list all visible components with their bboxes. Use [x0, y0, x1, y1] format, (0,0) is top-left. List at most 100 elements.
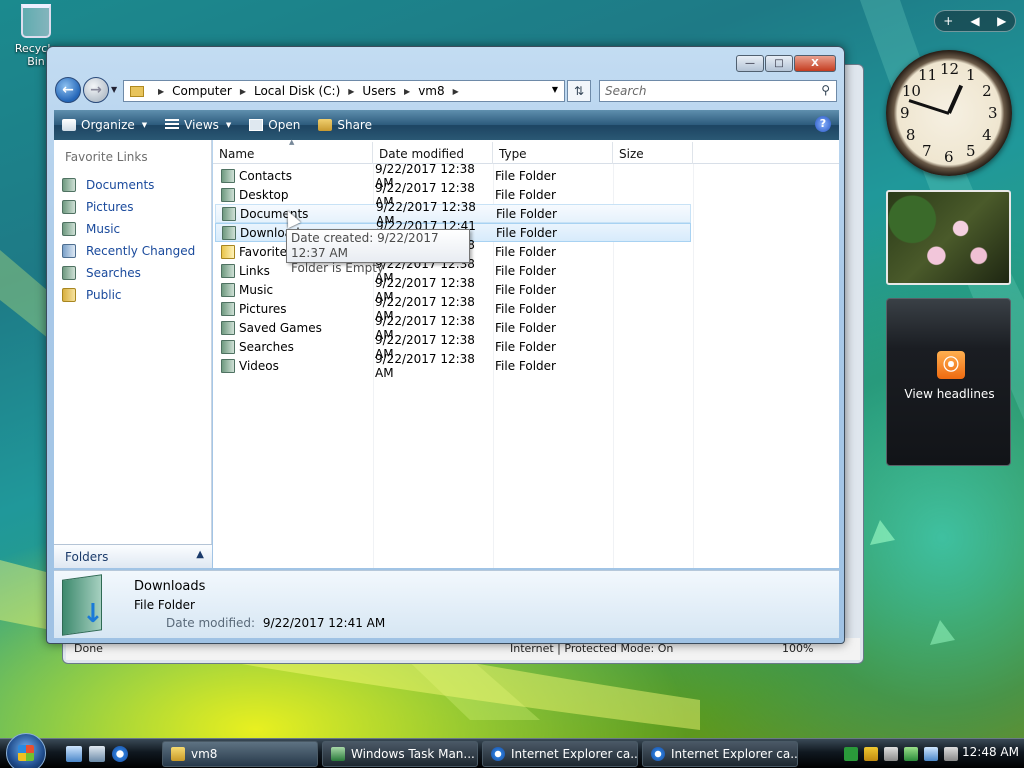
- clock-numeral: 5: [966, 142, 976, 161]
- maximize-button[interactable]: □: [765, 55, 793, 72]
- favorite-links-heading: Favorite Links: [65, 150, 148, 164]
- table-row[interactable]: Videos 9/22/2017 12:38 AM File Folder: [215, 352, 691, 380]
- download-arrow-icon: ↓: [82, 599, 104, 629]
- breadcrumb-item[interactable]: vm8: [418, 84, 444, 98]
- fav-link-recently-changed[interactable]: Recently Changed: [54, 240, 211, 262]
- refresh-button[interactable]: ⇅: [567, 80, 591, 102]
- column-label: Name: [219, 147, 255, 161]
- internet-explorer-icon[interactable]: [112, 746, 128, 762]
- sidebar-controls: + ◀ ▶: [934, 10, 1016, 32]
- fav-link-documents[interactable]: Documents: [54, 174, 211, 196]
- column-header-name[interactable]: ▲ Name: [213, 138, 373, 164]
- chevron-up-icon: ▲: [196, 549, 204, 560]
- saved-games-folder-icon: [221, 320, 235, 335]
- next-page-button[interactable]: ▶: [988, 14, 1015, 28]
- taskbar-button-label: vm8: [191, 747, 218, 761]
- column-header-type[interactable]: Type: [493, 142, 613, 164]
- taskbar-button-ie-2[interactable]: Internet Explorer ca...: [642, 741, 798, 767]
- switch-windows-icon[interactable]: [89, 746, 105, 762]
- address-bar[interactable]: ▶ Computer ▶ Local Disk (C:) ▶ Users ▶ v…: [123, 80, 565, 102]
- fav-link-pictures[interactable]: Pictures: [54, 196, 211, 218]
- cell-type: File Folder: [495, 263, 556, 278]
- organize-button[interactable]: Organize ▼: [62, 118, 147, 132]
- network-icon[interactable]: [924, 747, 938, 761]
- recent-pages-dropdown[interactable]: ▼: [111, 85, 117, 94]
- breadcrumb-chevron-icon[interactable]: ▶: [158, 87, 164, 96]
- clock-gadget[interactable]: 12 1 2 3 4 5 6 7 8 9 10 11: [886, 50, 1012, 176]
- public-folder-icon: [62, 288, 76, 302]
- forward-button[interactable]: →: [83, 77, 109, 103]
- tooltip-line: Date created: 9/22/2017 12:37 AM: [291, 231, 439, 260]
- taskbar-button-label: Internet Explorer ca...: [511, 747, 638, 761]
- fav-link-searches[interactable]: Searches: [54, 262, 211, 284]
- trash-icon: [21, 4, 51, 38]
- fav-link-label: Recently Changed: [86, 244, 196, 258]
- fav-link-public[interactable]: Public: [54, 284, 211, 306]
- cell-name: Desktop: [215, 187, 369, 202]
- breadcrumb-chevron-icon[interactable]: ▶: [404, 87, 410, 96]
- open-button[interactable]: Open: [249, 118, 300, 132]
- fav-link-label: Searches: [86, 266, 141, 280]
- clock-numeral: 12: [940, 60, 960, 78]
- breadcrumb-chevron-icon[interactable]: ▶: [240, 87, 246, 96]
- clock-numeral: 10: [901, 82, 921, 100]
- fav-link-music[interactable]: Music: [54, 218, 211, 240]
- open-icon: [249, 119, 264, 131]
- minimize-button[interactable]: —: [736, 55, 764, 72]
- clock-numeral: 7: [922, 142, 932, 161]
- volume-muted-icon[interactable]: [944, 747, 958, 761]
- view-headlines-link[interactable]: View headlines: [887, 387, 1012, 401]
- taskbar-button-ie-1[interactable]: Internet Explorer ca...: [482, 741, 638, 767]
- breadcrumb-item[interactable]: Users: [362, 84, 396, 98]
- share-icon: [318, 119, 333, 131]
- column-divider: [693, 164, 694, 568]
- details-pane: ↓ Downloads File Folder Date modified: 9…: [54, 570, 839, 638]
- cell-name: Saved Games: [215, 320, 369, 335]
- column-header-size[interactable]: Size: [613, 142, 693, 164]
- breadcrumb-chevron-icon[interactable]: ▶: [348, 87, 354, 96]
- network-status-icon[interactable]: [904, 747, 918, 761]
- file-name: Saved Games: [239, 320, 322, 335]
- cell-date: 9/22/2017 12:38 AM: [375, 351, 475, 380]
- slideshow-gadget[interactable]: [886, 190, 1011, 285]
- system-clock[interactable]: 12:48 AM: [962, 745, 1019, 759]
- share-button[interactable]: Share: [318, 118, 372, 132]
- breadcrumb-item[interactable]: Local Disk (C:): [254, 84, 340, 98]
- sync-icon[interactable]: [884, 747, 898, 761]
- task-manager-icon: [331, 747, 345, 761]
- address-dropdown-icon[interactable]: ▼: [552, 85, 558, 94]
- column-label: Size: [619, 147, 644, 161]
- clock-numeral: 4: [982, 126, 992, 144]
- file-name: Links: [239, 263, 270, 278]
- taskbar-button-vm8[interactable]: vm8: [162, 741, 318, 767]
- explorer-window[interactable]: — □ X ← → ▼ ▶ Computer ▶ Local Disk (C:)…: [46, 46, 845, 644]
- views-button[interactable]: Views ▼: [165, 118, 231, 132]
- show-desktop-icon[interactable]: [66, 746, 82, 762]
- add-gadget-button[interactable]: +: [935, 14, 962, 28]
- help-icon[interactable]: ?: [815, 116, 831, 132]
- tooltip-line: Folder is Empty: [291, 261, 384, 275]
- close-button[interactable]: X: [794, 55, 836, 72]
- breadcrumb-item[interactable]: Computer: [172, 84, 232, 98]
- caption-buttons: — □ X: [736, 55, 836, 72]
- breadcrumb-chevron-icon[interactable]: ▶: [453, 87, 459, 96]
- desktop-folder-icon: [221, 187, 235, 202]
- battery-icon[interactable]: [844, 747, 858, 761]
- folder-icon: [171, 747, 185, 761]
- feed-headlines-gadget[interactable]: ⦿ View headlines: [886, 298, 1011, 466]
- recently-changed-icon: [62, 244, 76, 258]
- folders-toggle[interactable]: Folders ▲: [54, 544, 212, 568]
- windows-logo-icon: [18, 745, 34, 761]
- start-button[interactable]: [6, 733, 46, 768]
- cell-name: Pictures: [215, 301, 369, 316]
- pictures-icon: [62, 200, 76, 214]
- taskbar-button-task-manager[interactable]: Windows Task Man...: [322, 741, 478, 767]
- clock-numeral: 2: [982, 82, 992, 100]
- previous-page-button[interactable]: ◀: [962, 14, 989, 28]
- search-icon[interactable]: ⚲: [821, 83, 830, 97]
- column-header-row: ▲ Name Date modified Type Size: [213, 138, 839, 164]
- search-input[interactable]: Search ⚲: [599, 80, 837, 102]
- security-shield-icon[interactable]: [864, 747, 878, 761]
- documents-folder-icon: [222, 206, 236, 221]
- back-button[interactable]: ←: [55, 77, 81, 103]
